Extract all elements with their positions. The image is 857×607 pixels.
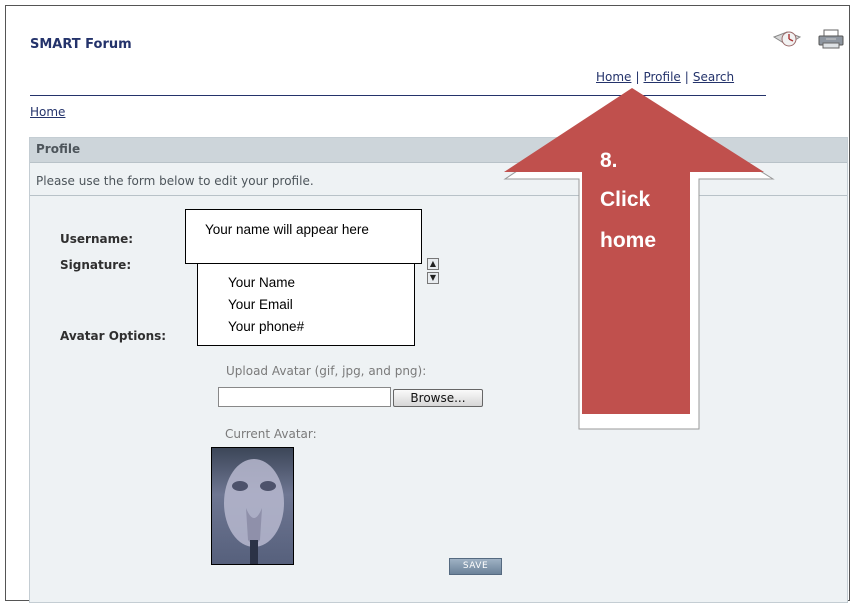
printer-icon[interactable]: [816, 28, 846, 50]
signature-name-line: Your Name: [228, 275, 296, 290]
browse-button[interactable]: Browse...: [393, 389, 483, 407]
signature-label: Signature:: [60, 258, 132, 272]
signature-scroll-down-button[interactable]: ▼: [427, 272, 439, 284]
current-avatar-label: Current Avatar:: [225, 427, 317, 441]
breadcrumb-home-link[interactable]: Home: [30, 105, 65, 119]
panel-description: Please use the form below to edit your p…: [36, 174, 314, 188]
nav-profile-link[interactable]: Profile: [643, 70, 680, 84]
nav-search-link[interactable]: Search: [693, 70, 734, 84]
site-title: SMART Forum: [30, 37, 132, 52]
nav-home-link[interactable]: Home: [596, 70, 631, 84]
panel-title: Profile: [36, 142, 81, 156]
top-icons: [772, 28, 846, 50]
annotation-home-text: home: [600, 229, 657, 252]
upload-avatar-label: Upload Avatar (gif, jpg, and png):: [226, 364, 427, 378]
signature-email-line: Your Email: [228, 297, 293, 312]
avatar-file-input[interactable]: [218, 387, 391, 407]
username-label: Username:: [60, 232, 134, 246]
nav-separator: |: [684, 70, 689, 84]
save-button[interactable]: SAVE: [449, 558, 502, 575]
top-nav: Home | Profile | Search: [596, 70, 734, 84]
username-callout: Your name will appear here: [185, 209, 422, 264]
instruction-arrow-icon: [503, 88, 775, 430]
signature-scroll-up-button[interactable]: ▲: [427, 258, 439, 270]
signature-callout: Your Name Your Email Your phone#: [197, 263, 415, 346]
annotation-click-text: Click: [600, 188, 651, 211]
clock-email-icon[interactable]: [772, 28, 802, 50]
username-callout-text: Your name will appear here: [205, 222, 369, 237]
avatar-options-label: Avatar Options:: [60, 329, 167, 343]
avatar-face-graphic: [224, 459, 284, 564]
current-avatar-image: [211, 447, 294, 565]
signature-phone-line: Your phone#: [228, 319, 305, 334]
nav-separator: |: [635, 70, 640, 84]
annotation-step-number: 8.: [600, 149, 618, 172]
